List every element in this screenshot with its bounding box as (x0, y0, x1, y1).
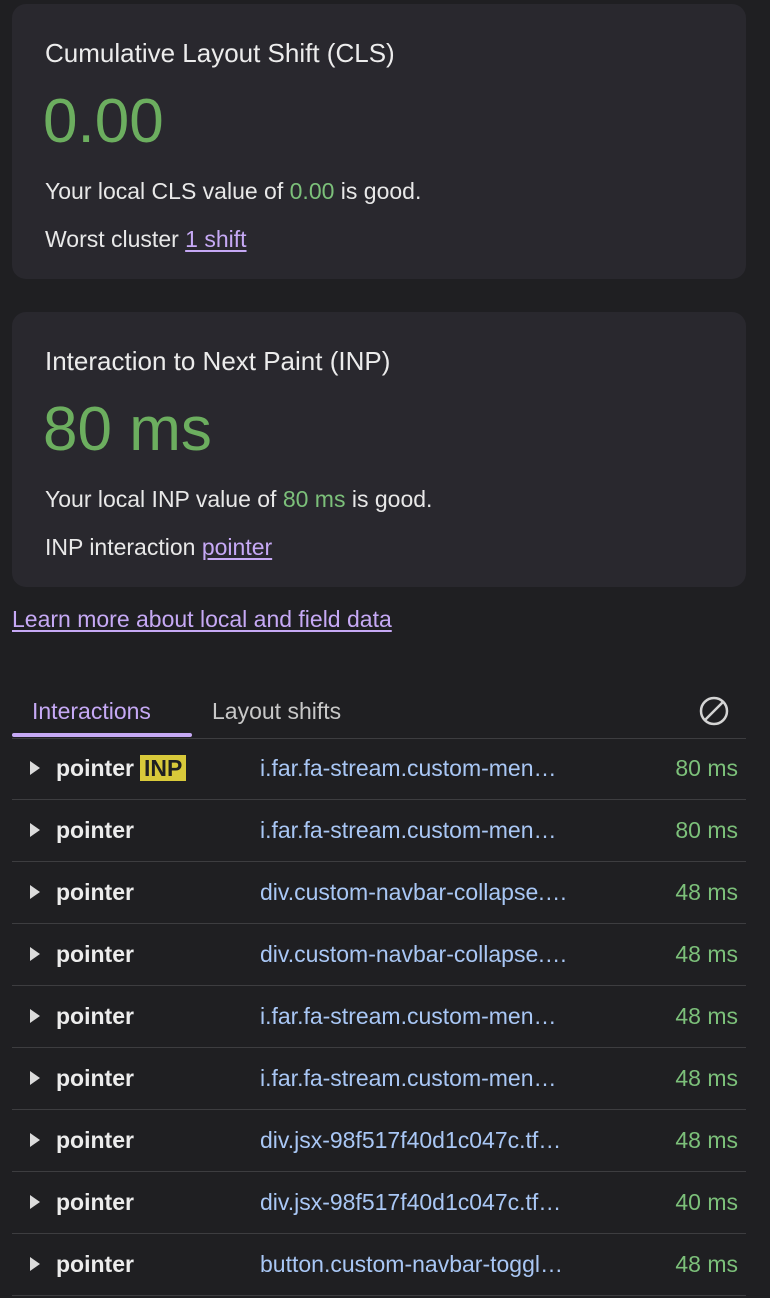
expand-triangle-icon[interactable] (30, 1257, 40, 1271)
inp-card: Interaction to Next Paint (INP) 80 ms Yo… (12, 312, 746, 587)
cls-card: Cumulative Layout Shift (CLS) 0.00 Your … (12, 4, 746, 279)
expand-triangle-icon[interactable] (30, 1009, 40, 1023)
cls-worst-cluster-label: Worst cluster (45, 226, 186, 252)
cls-summary-value: 0.00 (289, 178, 335, 204)
interaction-row[interactable]: pointer i.far.fa-stream.custom-men… 80 ms (12, 800, 746, 862)
interaction-duration: 48 ms (675, 1065, 738, 1091)
interaction-target[interactable]: div.custom-navbar-collapse.… (260, 941, 568, 968)
interaction-type: pointer (56, 1251, 134, 1278)
clear-icon (699, 696, 729, 726)
expand-triangle-icon[interactable] (30, 823, 40, 837)
interaction-row[interactable]: pointer i.far.fa-stream.custom-men… 48 ms (12, 1048, 746, 1110)
interaction-type-label: pointer (56, 817, 134, 843)
interaction-type: pointer (56, 879, 134, 906)
cls-summary-suffix: is good. (334, 178, 422, 204)
interaction-type-label: pointer (56, 1003, 134, 1029)
interaction-target[interactable]: i.far.fa-stream.custom-men… (260, 1065, 557, 1092)
interaction-type-label: pointer (56, 879, 134, 905)
interaction-type: pointer (56, 1065, 134, 1092)
interaction-row[interactable]: pointer div.jsx-98f517f40d1c047c.tf… 40 ms (12, 1172, 746, 1234)
interaction-duration: 48 ms (675, 1251, 738, 1277)
interaction-row[interactable]: pointer i.far.fa-stream.custom-men… 48 ms (12, 986, 746, 1048)
inp-interaction-link[interactable]: pointer (202, 534, 272, 560)
interaction-row[interactable]: pointer div.jsx-98f517f40d1c047c.tf… 48 ms (12, 1110, 746, 1172)
interaction-duration: 40 ms (675, 1189, 738, 1215)
clear-button[interactable] (698, 695, 730, 727)
interaction-target[interactable]: i.far.fa-stream.custom-men… (260, 755, 557, 782)
cls-summary-prefix: Your local CLS value of (45, 178, 290, 204)
expand-triangle-icon[interactable] (30, 885, 40, 899)
expand-triangle-icon[interactable] (30, 761, 40, 775)
tab-layout-shifts[interactable]: Layout shifts (212, 698, 341, 725)
interaction-target[interactable]: i.far.fa-stream.custom-men… (260, 817, 557, 844)
cls-summary: Your local CLS value of 0.00 is good. (45, 178, 421, 205)
interaction-target[interactable]: div.jsx-98f517f40d1c047c.tf… (260, 1189, 561, 1216)
inp-interaction-label: INP interaction (45, 534, 202, 560)
cls-worst-cluster: Worst cluster 1 shift (45, 226, 247, 253)
expand-triangle-icon[interactable] (30, 1195, 40, 1209)
interaction-target[interactable]: button.custom-navbar-toggl… (260, 1251, 563, 1278)
tab-bar: Interactions Layout shifts (12, 690, 746, 739)
interaction-duration: 80 ms (675, 755, 738, 781)
interaction-type: pointer (56, 1127, 134, 1154)
active-tab-indicator (12, 733, 192, 737)
interaction-duration: 48 ms (675, 1127, 738, 1153)
inp-value: 80 ms (43, 395, 212, 464)
interaction-type: pointer (56, 817, 134, 844)
expand-triangle-icon[interactable] (30, 1071, 40, 1085)
inp-interaction: INP interaction pointer (45, 534, 272, 561)
interactions-list: pointer INP i.far.fa-stream.custom-men… 80 … (12, 738, 746, 1296)
interaction-type-label: pointer (56, 755, 134, 781)
expand-triangle-icon[interactable] (30, 1133, 40, 1147)
interaction-type-label: pointer (56, 1251, 134, 1277)
interaction-type: pointer INP (56, 755, 187, 782)
inp-summary: Your local INP value of 80 ms is good. (45, 486, 432, 513)
interaction-type: pointer (56, 1003, 134, 1030)
interaction-row[interactable]: pointer div.custom-navbar-collapse.… 48 ms (12, 862, 746, 924)
interaction-type-label: pointer (56, 1189, 134, 1215)
interaction-duration: 80 ms (675, 817, 738, 843)
interaction-type: pointer (56, 1189, 134, 1216)
interaction-duration: 48 ms (675, 1003, 738, 1029)
inp-title: Interaction to Next Paint (INP) (45, 346, 391, 376)
interaction-target[interactable]: div.custom-navbar-collapse.… (260, 879, 568, 906)
interaction-duration: 48 ms (675, 941, 738, 967)
inp-summary-value: 80 ms (282, 486, 346, 512)
interaction-row[interactable]: pointer button.custom-navbar-toggl… 48 ms (12, 1234, 746, 1296)
interaction-target[interactable]: i.far.fa-stream.custom-men… (260, 1003, 557, 1030)
interaction-type-label: pointer (56, 1127, 134, 1153)
inp-badge: INP (139, 755, 187, 781)
interaction-duration: 48 ms (675, 879, 738, 905)
interaction-target[interactable]: div.jsx-98f517f40d1c047c.tf… (260, 1127, 561, 1154)
interaction-type-label: pointer (56, 1065, 134, 1091)
tab-interactions[interactable]: Interactions (32, 698, 151, 725)
interaction-row[interactable]: pointer div.custom-navbar-collapse.… 48 ms (12, 924, 746, 986)
cls-value: 0.00 (43, 87, 164, 156)
learn-more-link[interactable]: Learn more about local and field data (12, 606, 392, 633)
interaction-type: pointer (56, 941, 134, 968)
expand-triangle-icon[interactable] (30, 947, 40, 961)
interaction-row[interactable]: pointer INP i.far.fa-stream.custom-men… 80 … (12, 738, 746, 800)
inp-summary-prefix: Your local INP value of (45, 486, 283, 512)
inp-summary-suffix: is good. (345, 486, 433, 512)
interaction-type-label: pointer (56, 941, 134, 967)
cls-title: Cumulative Layout Shift (CLS) (45, 38, 395, 68)
worst-cluster-link[interactable]: 1 shift (185, 226, 246, 252)
